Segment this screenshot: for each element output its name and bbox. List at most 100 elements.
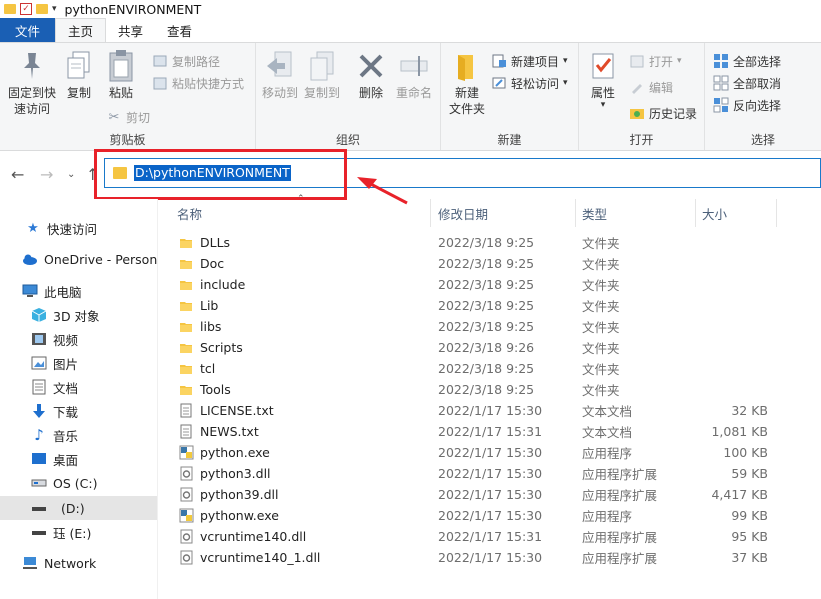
table-row[interactable]: python39.dll 2022/1/17 15:30 应用程序扩展 4,417 K…: [158, 484, 821, 505]
invert-selection-button[interactable]: 反向选择: [713, 95, 781, 115]
folder-icon: [178, 235, 194, 251]
table-row[interactable]: tcl 2022/3/18 9:25 文件夹: [158, 358, 821, 379]
copy-label: 复制: [66, 86, 91, 100]
rename-button[interactable]: 重命名: [392, 49, 436, 101]
invert-selection-label: 反向选择: [733, 98, 782, 113]
sidebar-item-desktop[interactable]: 桌面: [0, 447, 157, 471]
properties-button[interactable]: 属性 ▾: [585, 49, 621, 110]
history-button[interactable]: 历史记录: [629, 103, 697, 123]
table-row[interactable]: DLLs 2022/3/18 9:25 文件夹: [158, 232, 821, 253]
select-none-button[interactable]: 全部取消: [713, 73, 781, 93]
file-size: 100 KB: [723, 445, 768, 460]
table-row[interactable]: python3.dll 2022/1/17 15:30 应用程序扩展 59 KB: [158, 463, 821, 484]
column-header-size[interactable]: 大小: [702, 199, 727, 227]
copy-to-icon: [305, 49, 339, 83]
new-folder-icon[interactable]: [36, 4, 48, 14]
sidebar-item-label: 快速访问: [47, 221, 98, 237]
history-icon: [629, 105, 645, 121]
tab-file[interactable]: 文件: [0, 18, 56, 42]
properties-check-icon[interactable]: ✓: [20, 3, 32, 15]
new-folder-label-line2: 文件夹: [448, 102, 485, 116]
copy-button[interactable]: 复制: [62, 49, 96, 101]
table-row[interactable]: include 2022/3/18 9:25 文件夹: [158, 274, 821, 295]
table-row[interactable]: Tools 2022/3/18 9:25 文件夹: [158, 379, 821, 400]
file-type: 文件夹: [582, 257, 620, 272]
new-item-icon: [491, 53, 507, 69]
paste-button[interactable]: 粘贴: [103, 49, 139, 101]
table-row[interactable]: Scripts 2022/3/18 9:26 文件夹: [158, 337, 821, 358]
sidebar-item-videos[interactable]: 视频: [0, 327, 157, 351]
delete-button[interactable]: 删除: [354, 49, 388, 101]
table-row[interactable]: python.exe 2022/1/17 15:30 应用程序 100 KB: [158, 442, 821, 463]
copy-to-button[interactable]: 复制到: [302, 49, 342, 101]
select-all-button[interactable]: 全部选择: [713, 51, 781, 71]
move-to-button[interactable]: 移动到: [260, 49, 300, 101]
column-header-date[interactable]: 修改日期: [438, 199, 488, 227]
back-arrow-icon[interactable]: ←: [11, 165, 24, 184]
folder-icon: [178, 340, 194, 356]
folder-icon: [178, 256, 194, 272]
pin-label-line2: 速访问: [13, 102, 50, 116]
file-type: 应用程序: [582, 446, 633, 461]
column-header-name[interactable]: 名称: [177, 199, 202, 227]
sort-ascending-icon: ⌃: [297, 194, 305, 204]
recent-locations-chevron-icon[interactable]: ⌄: [67, 169, 75, 180]
file-date: 2022/3/18 9:25: [438, 298, 535, 313]
file-date: 2022/1/17 15:30: [438, 445, 543, 460]
forward-arrow-icon[interactable]: →: [40, 165, 53, 184]
new-item-button[interactable]: 新建项目 ▾: [491, 51, 568, 71]
file-date: 2022/3/18 9:25: [438, 235, 535, 250]
file-date: 2022/1/17 15:30: [438, 550, 543, 565]
table-row[interactable]: Doc 2022/3/18 9:25 文件夹: [158, 253, 821, 274]
column-separator[interactable]: [695, 199, 696, 227]
sidebar-item-this-pc[interactable]: 此电脑: [0, 279, 157, 303]
sidebar-item-drive-c[interactable]: OS (C:): [0, 471, 157, 495]
sidebar-item-label: (D:): [61, 500, 85, 516]
file-type: 应用程序扩展: [582, 488, 658, 503]
copy-path-button[interactable]: 复制路径: [152, 51, 220, 71]
table-row[interactable]: pythonw.exe 2022/1/17 15:30 应用程序 99 KB: [158, 505, 821, 526]
sidebar-item-downloads[interactable]: 下载: [0, 399, 157, 423]
table-row[interactable]: libs 2022/3/18 9:25 文件夹: [158, 316, 821, 337]
column-header-type[interactable]: 类型: [582, 199, 607, 227]
column-separator[interactable]: [575, 199, 576, 227]
file-name-cell: vcruntime140_1.dll: [178, 547, 320, 568]
tab-home[interactable]: 主页: [55, 18, 107, 42]
table-row[interactable]: Lib 2022/3/18 9:25 文件夹: [158, 295, 821, 316]
select-group-label: 选择: [750, 133, 775, 147]
sidebar-item-drive-d[interactable]: (D:): [0, 496, 157, 520]
tab-share[interactable]: 共享: [106, 18, 155, 42]
pin-quick-access-button[interactable]: 固定到快 速访问: [6, 49, 58, 117]
paste-shortcut-button[interactable]: 粘贴快捷方式: [152, 73, 244, 93]
easy-access-button[interactable]: 轻松访问 ▾: [491, 73, 568, 93]
sidebar-item-onedrive[interactable]: OneDrive - Persona: [0, 247, 157, 271]
window-title: pythonENVIRONMENT: [64, 1, 202, 17]
cut-button[interactable]: ✂ 剪切: [106, 107, 150, 127]
sidebar-item-3d-objects[interactable]: 3D 对象: [0, 303, 157, 327]
new-item-dropdown-icon: ▾: [563, 56, 568, 66]
column-separator[interactable]: [776, 199, 777, 227]
sidebar-item-music[interactable]: ♪ 音乐: [0, 423, 157, 447]
tab-view[interactable]: 查看: [155, 18, 204, 42]
new-folder-button[interactable]: 新建 文件夹: [447, 49, 487, 117]
file-date: 2022/3/18 9:25: [438, 382, 535, 397]
column-separator[interactable]: [430, 199, 431, 227]
sidebar-item-pictures[interactable]: 图片: [0, 351, 157, 375]
open-button[interactable]: 打开 ▾: [629, 51, 682, 71]
table-row[interactable]: vcruntime140.dll 2022/1/17 15:31 应用程序扩展 95 …: [158, 526, 821, 547]
edit-button[interactable]: 编辑: [629, 77, 673, 97]
table-row[interactable]: vcruntime140_1.dll 2022/1/17 15:30 应用程序扩展 3…: [158, 547, 821, 568]
file-name-cell: include: [178, 274, 245, 295]
paste-shortcut-icon: [152, 75, 168, 91]
table-row[interactable]: NEWS.txt 2022/1/17 15:31 文本文档 1,081 KB: [158, 421, 821, 442]
file-date: 2022/3/18 9:26: [438, 340, 535, 355]
table-row[interactable]: LICENSE.txt 2022/1/17 15:30 文本文档 32 KB: [158, 400, 821, 421]
star-icon: ★: [27, 220, 39, 236]
sidebar-item-quick-access[interactable]: ★ 快速访问: [0, 216, 157, 240]
sidebar-item-drive-e[interactable]: 珏 (E:): [0, 520, 157, 544]
organize-group-label: 组织: [335, 133, 360, 147]
sidebar-item-network[interactable]: Network: [0, 551, 157, 575]
sidebar-item-documents[interactable]: 文档: [0, 375, 157, 399]
ribbon: 固定到快 速访问 复制 粘贴 复制路径 粘贴快捷方式 ✂ 剪切 剪贴板 移动到 …: [0, 42, 821, 151]
customize-toolbar-arrow-icon[interactable]: ▾: [52, 4, 57, 14]
